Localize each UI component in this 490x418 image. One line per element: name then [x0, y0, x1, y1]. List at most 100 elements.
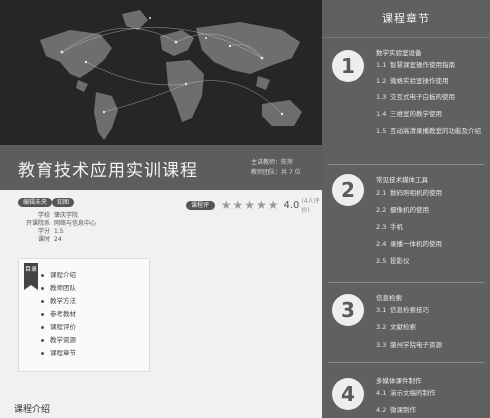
- chapter-number-badge: 2: [332, 174, 364, 206]
- lesson-title: 信息检索技巧: [390, 306, 429, 314]
- chapter-title[interactable]: 数学实验室设备: [376, 47, 422, 57]
- chapter-number-badge: 1: [332, 50, 364, 82]
- chapter-title[interactable]: 常见技术媒体工具: [376, 174, 428, 184]
- chapter-divider: [328, 164, 484, 165]
- rating-label[interactable]: 课程评价: [186, 200, 215, 218]
- chapter-divider: [328, 282, 484, 283]
- lesson-item[interactable]: 3.1 信息检索技巧: [376, 306, 488, 314]
- toc-item-resources[interactable]: 教学资源: [41, 334, 76, 347]
- lesson-number: 3.3: [376, 341, 387, 349]
- lesson-title: 微课制作: [390, 406, 416, 414]
- teacher-team-link[interactable]: 教师团队：共 7 位: [251, 168, 301, 178]
- lesson-item[interactable]: 1.1 智慧课室操作使用指南: [376, 61, 488, 69]
- lesson-item[interactable]: 1.2 微格实验室操作使用: [376, 77, 488, 85]
- lesson-item[interactable]: 1.3 交互式电子白板的使用: [376, 93, 488, 101]
- meta-key: 课时: [37, 236, 50, 243]
- chapters-panel: 课程章节 1 数学实验室设备 1.1 智慧课室操作使用指南 1.2 微格实验室操…: [322, 0, 490, 418]
- lesson-title: 录播一体机的使用: [390, 240, 442, 248]
- course-rating: 课程评价 ★★★★★ 4.0 (4人评价): [186, 196, 322, 218]
- lesson-title: 微格实验室操作使用: [390, 77, 449, 85]
- meta-row-department: 开课院系 网络与信息中心: [24, 220, 96, 228]
- course-banner: 教育技术应用实训课程 主讲教师：陈萍 教师团队：共 7 位: [0, 0, 322, 190]
- meta-row-school: 学校 肇庆学院: [24, 212, 96, 220]
- lesson-number: 1.2: [376, 77, 387, 85]
- lesson-title: 三维室的教学使用: [390, 110, 442, 118]
- lesson-number: 4.2: [376, 406, 387, 414]
- rating-count: (4人评价): [301, 198, 320, 214]
- lesson-number: 1.1: [376, 61, 387, 69]
- lesson-number: 3.1: [376, 306, 387, 314]
- meta-key: 学分: [37, 228, 50, 235]
- chapter-title[interactable]: 信息检索: [376, 292, 402, 302]
- meta-value: 网络与信息中心: [54, 220, 97, 227]
- chapters-panel-title: 课程章节: [322, 0, 490, 38]
- meta-value: 肇庆学院: [54, 212, 79, 219]
- course-title: 教育技术应用实训课程: [18, 161, 198, 181]
- lesson-title: 演示文稿的制作: [390, 389, 436, 397]
- toc-item-textbooks[interactable]: 参考教材: [41, 308, 76, 321]
- lesson-number: 4.1: [376, 389, 387, 397]
- lesson-item[interactable]: 2.5 投影仪: [376, 257, 488, 265]
- lesson-number: 2.4: [376, 240, 387, 248]
- lesson-title: 数码照相机的使用: [390, 189, 442, 197]
- lesson-title: 交互式电子白板的使用: [390, 93, 455, 101]
- lesson-number: 1.4: [376, 110, 387, 118]
- lesson-item[interactable]: 1.5 互动高清录播教室的功能及介绍: [376, 127, 488, 135]
- toc-item-chapters[interactable]: 课程章节: [41, 347, 76, 360]
- star-rating-icon: ★★★★★: [220, 198, 280, 212]
- chapter-1: 1 数学实验室设备 1.1 智慧课室操作使用指南 1.2 微格实验室操作使用 1…: [322, 38, 490, 164]
- subcategory-tag[interactable]: 知图: [52, 198, 75, 207]
- chapter-2: 2 常见技术媒体工具 2.1 数码照相机的使用 2.2 摄像机的使用 2.3 手…: [322, 168, 490, 282]
- lesson-title: 投影仪: [390, 257, 410, 265]
- lesson-item[interactable]: 4.1 演示文稿的制作: [376, 389, 488, 397]
- lesson-number: 2.3: [376, 223, 387, 231]
- meta-value: 24: [54, 236, 62, 243]
- main-teacher: 主讲教师：陈萍: [251, 159, 294, 166]
- lesson-number: 2.5: [376, 257, 387, 265]
- section-heading-intro: 课程介绍: [14, 405, 51, 415]
- lesson-number: 1.3: [376, 93, 387, 101]
- toc-item-reviews[interactable]: 课程评价: [41, 321, 76, 334]
- lesson-item[interactable]: 3.3 肇州学院电子资源: [376, 341, 488, 349]
- chapter-4: 4 多媒体课件制作 4.1 演示文稿的制作 4.2 微课制作: [322, 366, 490, 418]
- toc-item-methods[interactable]: 教学方法: [41, 295, 76, 308]
- lesson-title: 互动高清录播教室的功能及介绍: [390, 127, 481, 135]
- rating-score: 4.0: [283, 199, 300, 211]
- lesson-number: 2.1: [376, 189, 387, 197]
- lesson-item[interactable]: 2.3 手机: [376, 223, 488, 231]
- course-meta: 学校 肇庆学院 开课院系 网络与信息中心 学分 1.5 课时 24: [24, 212, 96, 244]
- toc-list: 课程介绍 教师团队 教学方法 参考教材 课程评价 教学资源 课程章节: [41, 269, 76, 360]
- toc-item-intro[interactable]: 课程介绍: [41, 269, 76, 282]
- lesson-title: 手机: [390, 223, 403, 231]
- chapter-divider: [328, 362, 484, 363]
- lesson-item[interactable]: 2.1 数码照相机的使用: [376, 189, 488, 197]
- lesson-title: 智慧课室操作使用指南: [390, 61, 455, 69]
- category-tag[interactable]: 编辑未央: [18, 198, 53, 207]
- meta-row-hours: 课时 24: [24, 236, 96, 244]
- lesson-item[interactable]: 4.2 微课制作: [376, 406, 488, 414]
- lesson-number: 3.2: [376, 323, 387, 331]
- lesson-number: 2.2: [376, 206, 387, 214]
- meta-key: 学校: [37, 212, 50, 219]
- lesson-title: 摄像机的使用: [390, 206, 429, 214]
- meta-row-credits: 学分 1.5: [24, 228, 96, 236]
- toc-bookmark-icon: 目录: [24, 263, 38, 290]
- lesson-item[interactable]: 3.2 文献检索: [376, 323, 488, 331]
- toc-item-team[interactable]: 教师团队: [41, 282, 76, 295]
- chapter-3: 3 信息检索 3.1 信息检索技巧 3.2 文献检索 3.3 肇州学院电子资源: [322, 286, 490, 362]
- lesson-number: 1.5: [376, 127, 387, 135]
- lesson-item[interactable]: 2.2 摄像机的使用: [376, 206, 488, 214]
- lesson-item[interactable]: 1.4 三维室的教学使用: [376, 110, 488, 118]
- world-map-image: [0, 0, 322, 145]
- chapter-number-badge: 3: [332, 294, 364, 326]
- meta-key: 开课院系: [25, 220, 50, 227]
- meta-value: 1.5: [54, 228, 64, 235]
- lesson-title: 文献检索: [390, 323, 416, 331]
- teacher-info: 主讲教师：陈萍 教师团队：共 7 位: [251, 158, 301, 178]
- lesson-title: 肇州学院电子资源: [390, 341, 442, 349]
- chapter-title[interactable]: 多媒体课件制作: [376, 375, 422, 385]
- table-of-contents: 目录 课程介绍 教师团队 教学方法 参考教材 课程评价 教学资源 课程章节: [18, 258, 150, 372]
- lesson-item[interactable]: 2.4 录播一体机的使用: [376, 240, 488, 248]
- chapter-number-badge: 4: [332, 378, 364, 410]
- course-main: 教育技术应用实训课程 主讲教师：陈萍 教师团队：共 7 位 编辑未央 知图 学校…: [0, 0, 322, 418]
